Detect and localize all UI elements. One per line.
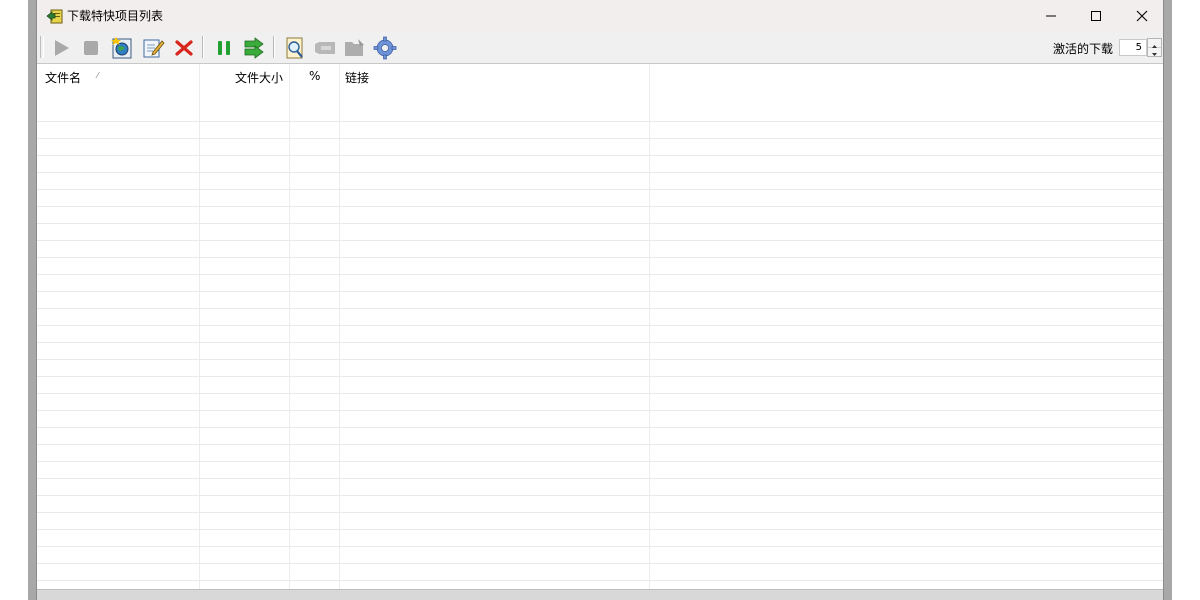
- empty-grid-row: [37, 530, 1163, 547]
- empty-grid-row: [37, 326, 1163, 343]
- status-bar: [37, 589, 1163, 600]
- chevron-down-icon: [1152, 53, 1157, 56]
- empty-grid-row: [37, 292, 1163, 309]
- empty-grid-row: [37, 207, 1163, 224]
- empty-grid-row: [37, 445, 1163, 462]
- spin-up-button[interactable]: [1148, 39, 1161, 48]
- minimize-button[interactable]: [1028, 0, 1074, 31]
- pause-button[interactable]: [212, 36, 236, 60]
- stop-button[interactable]: [79, 36, 103, 60]
- minimize-icon: [1046, 15, 1056, 17]
- toolbar: 激活的下载 5: [37, 31, 1163, 64]
- column-header-percent[interactable]: %: [309, 69, 320, 83]
- empty-grid-row: [37, 241, 1163, 258]
- pause-icon: [218, 41, 230, 55]
- empty-grid-row: [37, 513, 1163, 530]
- tag-icon: [315, 42, 335, 54]
- start-button[interactable]: [50, 36, 74, 60]
- empty-grid-row: [37, 394, 1163, 411]
- window-shadow-right: [1164, 0, 1172, 600]
- column-header-filename[interactable]: 文件名: [45, 69, 81, 86]
- search-document-icon: [286, 37, 303, 59]
- empty-grid-row: [37, 224, 1163, 241]
- close-icon: [1136, 10, 1148, 22]
- delete-button[interactable]: [172, 36, 196, 60]
- close-button[interactable]: [1119, 0, 1163, 31]
- empty-grid-row: [37, 411, 1163, 428]
- empty-grid-row: [37, 139, 1163, 156]
- empty-grid-row: [37, 258, 1163, 275]
- empty-grid-row: [37, 377, 1163, 394]
- edit-icon: [143, 39, 165, 58]
- edit-button[interactable]: [141, 36, 165, 60]
- toolbar-separator: [202, 36, 204, 58]
- empty-grid-row: [37, 428, 1163, 445]
- column-header-filesize[interactable]: 文件大小: [235, 69, 283, 86]
- empty-grid-row: [37, 105, 1163, 122]
- empty-grid-row: [37, 547, 1163, 564]
- desktop-left: [0, 0, 30, 600]
- forward-arrow-icon: [244, 37, 264, 59]
- window-title: 下载特快项目列表: [67, 9, 164, 23]
- empty-grid-row: [37, 343, 1163, 360]
- window-shadow-left: [28, 0, 36, 600]
- stop-icon: [84, 41, 98, 55]
- maximize-icon: [1091, 11, 1101, 21]
- title-bar[interactable]: 下载特快项目列表: [37, 0, 1163, 31]
- empty-grid-row: [37, 564, 1163, 581]
- active-downloads-label: 激活的下载: [1053, 42, 1114, 56]
- sort-indicator: ⁄: [97, 71, 99, 80]
- empty-grid-row: [37, 360, 1163, 377]
- globe-add-icon: [111, 37, 132, 59]
- empty-grid-row: [37, 309, 1163, 326]
- move-button[interactable]: [242, 36, 266, 60]
- download-list[interactable]: 文件名 ⁄ 文件大小 % 链接: [37, 64, 1163, 589]
- delete-x-icon: [175, 40, 193, 56]
- open-folder-button[interactable]: [343, 36, 367, 60]
- toolbar-separator: [273, 36, 275, 58]
- empty-grid-row: [37, 275, 1163, 292]
- empty-grid-row: [37, 496, 1163, 513]
- maximize-button[interactable]: [1073, 0, 1119, 31]
- app-icon: [46, 7, 64, 25]
- list-header: 文件名 ⁄ 文件大小 % 链接: [37, 64, 1163, 88]
- gear-icon: [373, 36, 397, 60]
- empty-grid-row: [37, 190, 1163, 207]
- list-rows: [37, 105, 1163, 581]
- empty-grid-row: [37, 173, 1163, 190]
- find-button[interactable]: [283, 36, 307, 60]
- download-list-window: 下载特快项目列表 激活的下载 5 文件名 ⁄ 文件大小 % 链接: [36, 0, 1164, 600]
- empty-grid-row: [37, 122, 1163, 139]
- play-icon: [55, 40, 69, 56]
- empty-grid-row: [37, 156, 1163, 173]
- spin-down-button[interactable]: [1148, 48, 1161, 56]
- active-downloads-stepper: [1147, 38, 1162, 57]
- active-downloads-input[interactable]: 5: [1119, 39, 1147, 56]
- folder-icon: [345, 39, 364, 56]
- tag-button[interactable]: [313, 36, 337, 60]
- empty-grid-row: [37, 462, 1163, 479]
- empty-grid-row: [37, 479, 1163, 496]
- toolbar-grip[interactable]: [40, 36, 44, 58]
- add-download-button[interactable]: [110, 36, 134, 60]
- settings-button[interactable]: [373, 36, 397, 60]
- column-header-url[interactable]: 链接: [345, 69, 369, 86]
